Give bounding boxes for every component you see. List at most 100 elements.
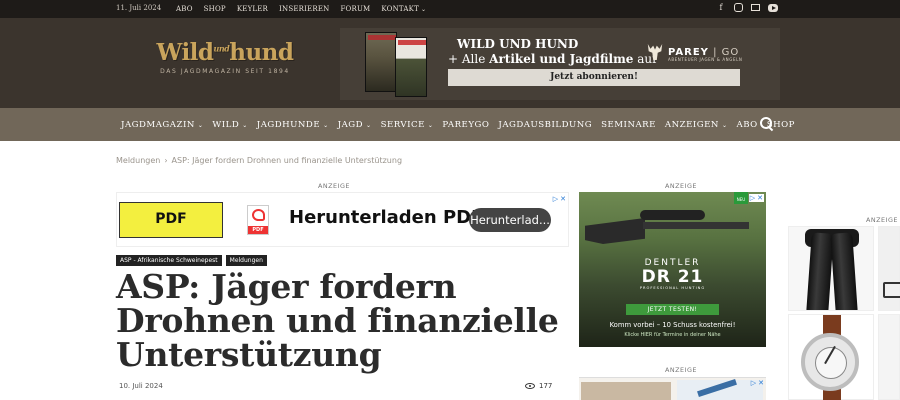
top-links: ABO SHOP KEYLER INSERIEREN FORUM KONTAKT… xyxy=(176,0,426,18)
pdf-icon-label: PDF xyxy=(248,226,268,234)
secondary-ad[interactable]: ▷ ✕ xyxy=(579,377,766,400)
nav-item-abo[interactable]: ABO xyxy=(736,120,757,130)
ad-label: ANZEIGE xyxy=(665,366,697,374)
ad-controls: ▷ ✕ xyxy=(751,379,764,387)
ad-controls: ▷ ✕ xyxy=(748,194,764,202)
nav-item-label: JAGD xyxy=(337,119,364,130)
nav-item-jagdausbildung[interactable]: JAGDAUSBILDUNG xyxy=(498,120,592,130)
site-logo[interactable]: Wildundhund DAS JAGDMAGAZIN SEIT 1894 xyxy=(150,39,300,75)
article-views: 177 xyxy=(525,382,552,390)
new-badge: NEU xyxy=(734,192,748,204)
close-icon[interactable]: ✕ xyxy=(757,194,763,202)
ad-image xyxy=(581,382,671,400)
main-nav: JAGDMAGAZIN ⌄ WILD ⌄ JAGDHUNDE ⌄ JAGD ⌄ SERVICE ⌄… xyxy=(0,108,900,141)
breadcrumb: Meldungen › ASP: Jäger fordern Drohnen und… xyxy=(116,156,402,165)
article-tags: ASP - Afrikanische Schweinepest Meldunge… xyxy=(116,255,267,266)
rifle-barrel xyxy=(643,222,749,229)
top-bar: 11. Juli 2024 ABO SHOP KEYLER INSERIEREN… xyxy=(0,0,900,18)
adchoices-icon[interactable]: ▷ xyxy=(751,379,756,387)
nav-item-jagdhunde[interactable]: JAGDHUNDE ⌄ xyxy=(257,120,329,130)
nav-item-label: JAGDHUNDE xyxy=(256,119,321,130)
search-icon[interactable] xyxy=(760,117,774,131)
adchoices-icon[interactable]: ▷ xyxy=(553,195,558,203)
breadcrumb-parent[interactable]: Meldungen xyxy=(116,156,160,165)
nav-item-seminare[interactable]: SEMINARE xyxy=(601,120,656,130)
main-nav-items: JAGDMAGAZIN ⌄ WILD ⌄ JAGDHUNDE ⌄ JAGD ⌄ SERVICE ⌄… xyxy=(121,108,795,141)
dentler-rifle-ad[interactable]: NEU ▷ ✕ DENTLER DR 21 PROFESSIONAL HUNTI… xyxy=(579,192,766,347)
pdf-ad-download-button[interactable]: Herunterlad... xyxy=(469,208,551,232)
nav-item-wild[interactable]: WILD ⌄ xyxy=(212,120,247,130)
nav-item-anzeigen[interactable]: ANZEIGEN ⌄ xyxy=(665,120,728,130)
subscription-promo[interactable]: WILD UND HUND + Alle Artikel und Jagdfil… xyxy=(340,28,780,100)
magazine-cover-image xyxy=(365,32,397,92)
eye-icon xyxy=(525,383,535,389)
top-link-keyler[interactable]: KEYLER xyxy=(237,5,268,13)
chevron-down-icon: ⌄ xyxy=(197,121,204,129)
ad-controls: ▷ ✕ xyxy=(553,195,566,203)
magazine-cover-image xyxy=(395,37,427,97)
nav-item-label: JAGDAUSBILDUNG xyxy=(498,119,593,130)
pdf-acrobat-glyph xyxy=(252,209,265,221)
tag-asp[interactable]: ASP - Afrikanische Schweinepest xyxy=(116,255,222,266)
top-link-kontakt[interactable]: KONTAKT ⌄ xyxy=(381,5,426,13)
dentler-sub: PROFESSIONAL HUNTING xyxy=(639,286,706,290)
product-image[interactable] xyxy=(878,314,900,400)
nav-item-label: WILD xyxy=(212,119,240,130)
dentler-model: DR 21 xyxy=(641,267,704,287)
pdf-ad-button[interactable]: PDF xyxy=(119,202,223,238)
leggings-leg xyxy=(806,232,834,310)
logo-word-und: und xyxy=(213,43,230,54)
nav-item-service[interactable]: SERVICE ⌄ xyxy=(381,120,434,130)
tag-meldungen[interactable]: Meldungen xyxy=(225,255,267,266)
article-title: ASP: Jäger fordern Drohnen und finanziel… xyxy=(116,267,559,374)
rifle-scope xyxy=(640,210,705,220)
adchoices-icon[interactable]: ▷ xyxy=(750,194,755,202)
nav-item-jagdmagazin[interactable]: JAGDMAGAZIN ⌄ xyxy=(121,120,203,130)
product-image[interactable] xyxy=(878,226,900,311)
deer-icon xyxy=(647,44,663,60)
ad-label: ANZEIGE xyxy=(318,182,350,190)
top-link-kontakt-label: KONTAKT xyxy=(381,5,419,13)
logo-word-hund: hund xyxy=(229,39,294,66)
breadcrumb-separator: › xyxy=(164,156,168,165)
nav-item-label: JAGDMAGAZIN xyxy=(121,119,195,130)
nav-item-jagd[interactable]: JAGD ⌄ xyxy=(338,120,372,130)
subscribe-button[interactable]: Jetzt abonnieren! xyxy=(448,69,740,86)
rifle-image xyxy=(585,208,749,252)
pdf-file-icon: PDF xyxy=(247,205,269,235)
chevron-down-icon: ⌄ xyxy=(323,121,329,129)
ad-label: ANZEIGE xyxy=(866,216,898,224)
youtube-icon[interactable] xyxy=(768,4,778,12)
test-now-button[interactable]: JETZT TESTEN! xyxy=(626,304,719,315)
view-count: 177 xyxy=(539,382,553,390)
promo-subline-prefix: + Alle xyxy=(448,52,490,66)
nav-item-label: ANZEIGEN xyxy=(664,119,719,130)
logo-wordmark: Wildundhund xyxy=(150,39,300,66)
parey-brand-go: | GO xyxy=(708,46,740,58)
top-link-inserieren[interactable]: INSERIEREN xyxy=(279,5,329,13)
instagram-icon[interactable] xyxy=(734,3,743,12)
site-header: Wildundhund DAS JAGDMAGAZIN SEIT 1894 WI… xyxy=(0,18,900,108)
article-date: 10. Juli 2024 xyxy=(119,382,163,390)
product-watch-image[interactable] xyxy=(788,314,874,400)
close-icon[interactable]: ✕ xyxy=(758,379,764,387)
mail-icon[interactable] xyxy=(751,4,760,11)
magazine-masthead xyxy=(368,35,396,40)
promo-headline: WILD UND HUND xyxy=(457,37,579,51)
nav-item-label: PAREYGO xyxy=(442,119,490,130)
nav-item-label: ABO xyxy=(736,119,758,130)
product-ad[interactable] xyxy=(788,226,900,400)
magazine-masthead xyxy=(398,40,426,45)
dentler-link-text[interactable]: Klicke HIER für Termine in deiner Nähe xyxy=(579,332,766,338)
facebook-icon[interactable]: f xyxy=(716,3,726,13)
product-leggings-image[interactable] xyxy=(788,226,874,311)
watch-face xyxy=(801,333,859,391)
close-icon[interactable]: ✕ xyxy=(560,195,566,203)
nav-item-label: SERVICE xyxy=(380,119,425,130)
top-link-forum[interactable]: FORUM xyxy=(340,5,370,13)
top-link-shop[interactable]: SHOP xyxy=(204,5,226,13)
promo-subline: + Alle Artikel und Jagdfilme auf xyxy=(448,52,657,66)
pdf-download-ad[interactable]: ▷ ✕ PDF PDF Herunterladen PDF Herunterla… xyxy=(116,192,569,247)
nav-item-pareygo[interactable]: PAREYGO xyxy=(442,120,489,130)
top-link-abo[interactable]: ABO xyxy=(176,5,193,13)
